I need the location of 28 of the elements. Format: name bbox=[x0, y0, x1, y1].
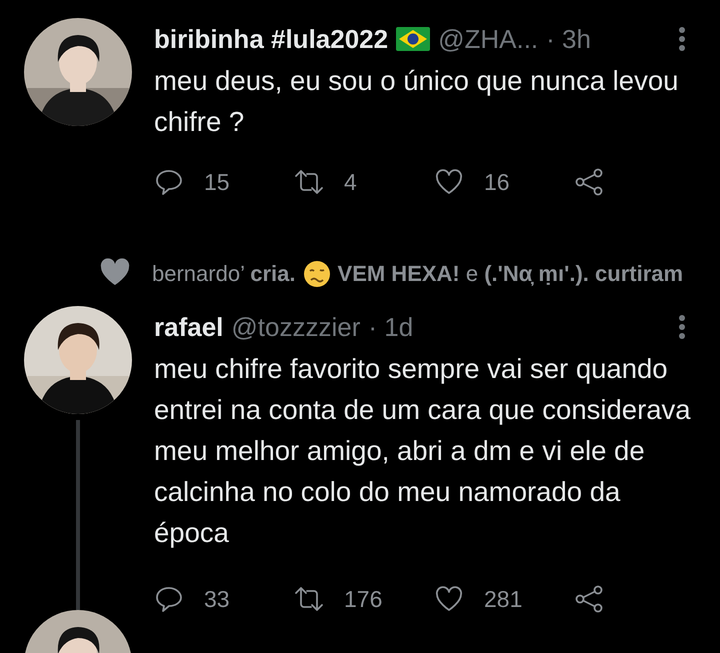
heart-icon bbox=[100, 258, 130, 286]
display-name[interactable]: rafael bbox=[154, 312, 224, 342]
reply-icon[interactable] bbox=[154, 167, 184, 197]
like-count: 16 bbox=[484, 168, 510, 196]
more-icon[interactable] bbox=[678, 26, 686, 52]
timestamp: · 1d bbox=[368, 312, 414, 342]
timestamp: · 3h bbox=[546, 24, 591, 54]
retweet-icon[interactable] bbox=[294, 584, 324, 614]
user-handle[interactable]: @tozzzzier bbox=[231, 312, 360, 342]
retweet-icon[interactable] bbox=[294, 167, 324, 197]
liked-by-text[interactable]: VEM HEXA! e (.'Nα̦ ṃı'.). curtiram bbox=[338, 256, 684, 292]
reply-count: 15 bbox=[204, 168, 230, 196]
retweet-count: 176 bbox=[344, 586, 382, 612]
liked-by-names[interactable]: bernardo’ cria. bbox=[152, 256, 296, 292]
retweet-count: 4 bbox=[344, 168, 357, 196]
like-count: 281 bbox=[484, 586, 522, 612]
reply-count: 33 bbox=[204, 586, 230, 612]
tweet-text: meu deus, eu sou o único que nunca levou chifre ? bbox=[154, 64, 680, 139]
reply-icon[interactable] bbox=[154, 584, 184, 614]
woozy-face-icon bbox=[302, 260, 331, 288]
heart-icon[interactable] bbox=[434, 167, 464, 197]
more-icon[interactable] bbox=[678, 314, 686, 340]
user-handle[interactable]: @ZHA... bbox=[438, 24, 538, 54]
tweet-text: meu chifre favorito sempre vai ser quando entrei na conta de um cara que considerava meu melhor amigo, abri a dm e vi ele de calcinha no colo do meu namorado da época bbox=[154, 352, 692, 550]
share-icon[interactable] bbox=[574, 167, 604, 197]
share-icon[interactable] bbox=[574, 584, 604, 614]
display-name[interactable]: biribinha #lula2022 bbox=[154, 24, 388, 54]
heart-icon[interactable] bbox=[434, 584, 464, 614]
